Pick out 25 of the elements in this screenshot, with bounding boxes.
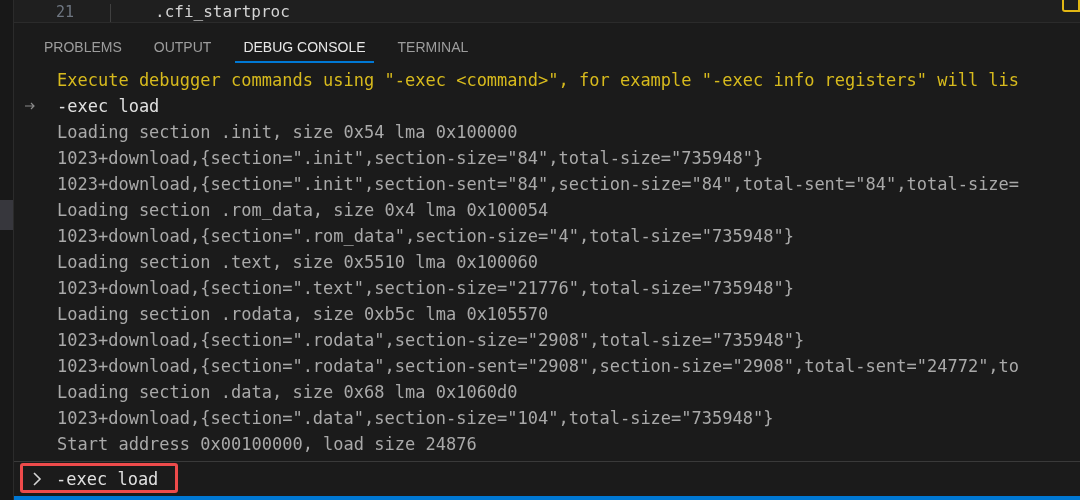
- console-line: 1023+download,{section=".rodata",section-sent="2908",section-size="2908",total-sent="24772",to: [57, 356, 1020, 376]
- panel-tab[interactable]: DEBUG CONSOLE: [235, 31, 374, 63]
- chevron-icon: [33, 472, 42, 486]
- console-line: 1023+download,{section=".init",section-size="84",total-size="735948"}: [57, 148, 764, 168]
- console-input[interactable]: -exec load: [56, 469, 166, 489]
- console-line: Loading section .init, size 0x54 lma 0x100000: [57, 122, 518, 142]
- console-line: 1023+download,{section=".rodata",section-size="2908",total-size="735948"}: [57, 330, 805, 350]
- console-line: Loading section .rodata, size 0xb5c lma 0x105570: [57, 304, 549, 324]
- console-line: Loading section .data, size 0x68 lma 0x1060d0: [57, 382, 518, 402]
- console-line: 1023+download,{section=".init",section-sent="84",section-size="84",total-sent="84",total-size=: [57, 174, 1020, 194]
- console-line: 1023+download,{section=".rom_data",section-size="4",total-size="735948"}: [57, 226, 794, 246]
- arrow-icon: [25, 102, 35, 110]
- console-line: Execute debugger commands using "-exec <command>", for example "-exec info registers" will lis: [57, 70, 1020, 90]
- console-line: 1023+download,{section=".text",section-size="21776",total-size="735948"}: [57, 278, 794, 298]
- panel-tab[interactable]: OUTPUT: [145, 31, 220, 63]
- console-line: Loading section .text, size 0x5510 lma 0x100060: [57, 252, 539, 272]
- panel-tab[interactable]: PROBLEMS: [36, 31, 130, 63]
- sidebar-highlight: [0, 200, 13, 230]
- panel-tab[interactable]: TERMINAL: [389, 31, 477, 63]
- line-number: 21: [54, 2, 74, 22]
- console-line: Loading section .rom_data, size 0x4 lma 0x100054: [57, 200, 549, 220]
- code-line: .cfi_startproc: [155, 2, 290, 22]
- console-line: Start address 0x00100000, load size 24876: [57, 434, 477, 454]
- console-line: 1023+download,{section=".data",section-size="104",total-size="735948"}: [57, 408, 774, 428]
- console-line: -exec load: [57, 96, 160, 116]
